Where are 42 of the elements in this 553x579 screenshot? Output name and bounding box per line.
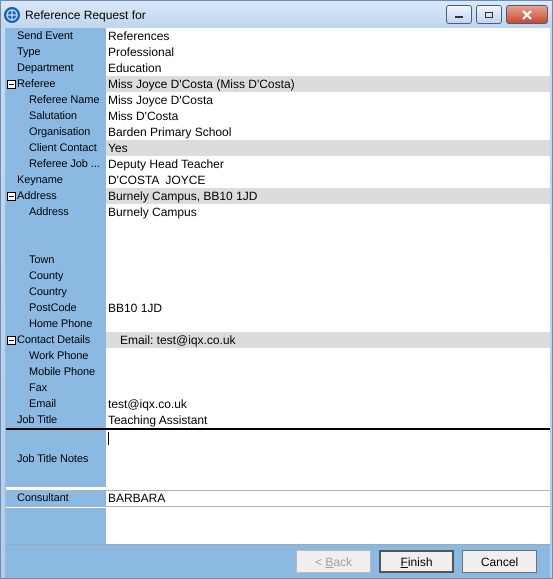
text-cursor-icon [108,432,109,445]
property-label-text: Contact Details [17,333,90,348]
property-label-text: Email [29,397,56,412]
property-label-text: Organisation [29,125,90,140]
collapse-icon[interactable] [7,336,16,345]
property-label-text: Fax [29,381,48,396]
property-label-text: Salutation [29,109,77,124]
property-label-text: Address [29,205,69,220]
property-value[interactable]: Yes [106,140,550,156]
property-label: Job Title Notes [6,430,106,487]
property-label-text: Home Phone [29,317,92,332]
property-label-text: Client Contact [29,141,97,156]
collapse-icon[interactable] [7,80,16,89]
property-label-text: Mobile Phone [29,365,96,380]
maximize-icon [484,10,494,18]
property-value[interactable]: Burnely Campus, BB10 1JD [106,188,550,204]
property-label-text: Job Title [17,413,58,428]
property-label-text: Referee Name [29,93,100,108]
maximize-button[interactable] [476,5,502,24]
property-label-text: PostCode [29,301,77,316]
minimize-button[interactable] [446,5,472,24]
property-label-text: Department [17,61,74,76]
dialog-button[interactable]: Cancel [462,550,537,573]
property-label-text: Type [17,45,40,60]
property-value[interactable]: Miss Joyce D'Costa (Miss D'Costa) [106,76,550,92]
property-label-text: Keyname [17,173,63,188]
property-label-text: Referee [17,77,56,92]
property-label: Consultant [6,491,106,506]
property-label-text: Country [29,285,67,300]
close-button[interactable] [506,5,548,24]
window-title: Reference Request for [25,8,147,22]
property-label-text: Town [29,253,54,268]
property-value[interactable]: Email: test@iqx.co.uk [106,332,550,348]
property-label-text: Address [17,189,57,204]
property-label-text: Send Event [17,29,73,44]
property-label-text: Work Phone [29,349,88,364]
app-logo-icon [3,6,21,24]
property-label-text: County [29,269,64,284]
close-icon [521,10,533,20]
dialog-button[interactable]: Finish [379,550,454,573]
collapse-icon[interactable] [7,192,16,201]
property-label-text: Referee Job ... [29,157,100,172]
